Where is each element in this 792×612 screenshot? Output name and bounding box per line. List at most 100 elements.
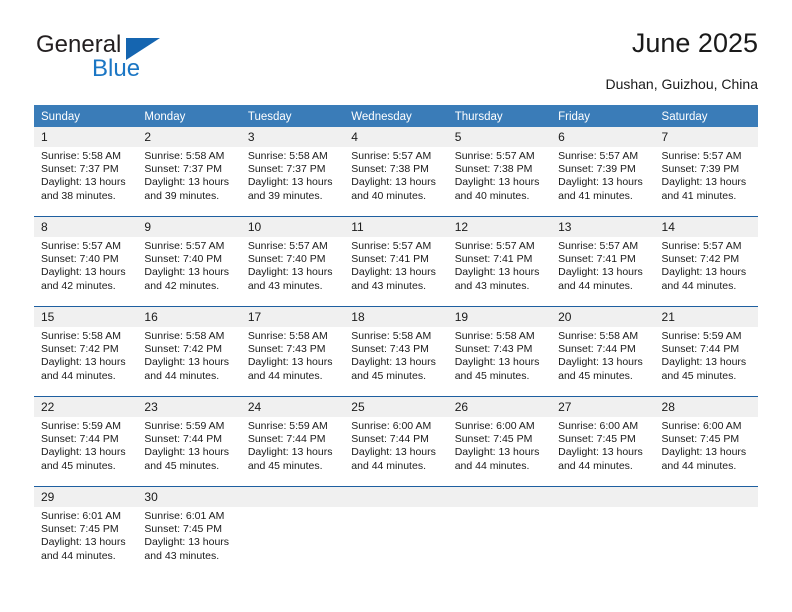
day-cell[interactable]: 4 Sunrise: 5:57 AM Sunset: 7:38 PM Dayli…: [344, 127, 448, 216]
sunset-text: Sunset: 7:38 PM: [351, 163, 429, 176]
day-number: 29: [34, 487, 138, 507]
day-cell[interactable]: 20 Sunrise: 5:58 AM Sunset: 7:44 PM Dayl…: [551, 307, 655, 396]
day-cell[interactable]: 24 Sunrise: 5:59 AM Sunset: 7:44 PM Dayl…: [240, 397, 345, 486]
day-details: Sunrise: 5:58 AM Sunset: 7:44 PM Dayligh…: [551, 327, 654, 383]
sunrise-text: Sunrise: 5:57 AM: [351, 150, 432, 162]
day-cell[interactable]: 3 Sunrise: 5:58 AM Sunset: 7:37 PM Dayli…: [240, 127, 345, 216]
day-cell[interactable]: 21 Sunrise: 5:59 AM Sunset: 7:44 PM Dayl…: [654, 307, 758, 396]
daylight-line2: and 41 minutes.: [661, 189, 737, 202]
daylight-line2: and 44 minutes.: [247, 369, 323, 382]
sunset-text: Sunset: 7:40 PM: [247, 253, 326, 266]
day-cell[interactable]: 2 Sunrise: 5:58 AM Sunset: 7:37 PM Dayli…: [137, 127, 241, 216]
day-cell[interactable]: 18 Sunrise: 5:58 AM Sunset: 7:43 PM Dayl…: [344, 307, 448, 396]
day-cell[interactable]: 7 Sunrise: 5:57 AM Sunset: 7:39 PM Dayli…: [654, 127, 758, 216]
weekday-header-wednesday: Wednesday: [351, 111, 412, 123]
day-details: Sunrise: 5:58 AM Sunset: 7:42 PM Dayligh…: [137, 327, 240, 383]
daylight-line1: Daylight: 13 hours: [454, 446, 540, 459]
day-number: 5: [447, 127, 552, 147]
logo-blue-text: Blue: [92, 55, 141, 82]
sunrise-text: Sunrise: 5:57 AM: [41, 240, 121, 252]
sunset-text: Sunset: 7:44 PM: [247, 433, 326, 446]
daylight-line2: and 44 minutes.: [661, 459, 737, 472]
sunrise-text: Sunrise: 6:00 AM: [558, 420, 639, 432]
sunrise-text: Sunrise: 5:57 AM: [454, 240, 535, 252]
daylight-line1: Daylight: 13 hours: [661, 266, 747, 279]
sunrise-text: Sunrise: 6:00 AM: [661, 420, 742, 432]
day-cell-empty: [447, 487, 552, 576]
daylight-line1: Daylight: 13 hours: [454, 356, 540, 369]
day-details: Sunrise: 5:58 AM Sunset: 7:37 PM Dayligh…: [34, 147, 137, 203]
daylight-line2: and 45 minutes.: [558, 369, 633, 382]
day-cell[interactable]: 26 Sunrise: 6:00 AM Sunset: 7:45 PM Dayl…: [447, 397, 552, 486]
daylight-line2: and 44 minutes.: [351, 459, 426, 472]
day-cell[interactable]: 25 Sunrise: 6:00 AM Sunset: 7:44 PM Dayl…: [344, 397, 448, 486]
day-details: Sunrise: 5:57 AM Sunset: 7:38 PM Dayligh…: [344, 147, 447, 203]
day-details: Sunrise: 6:00 AM Sunset: 7:45 PM Dayligh…: [551, 417, 654, 473]
daylight-line2: and 45 minutes.: [247, 459, 323, 472]
daylight-line2: and 45 minutes.: [144, 459, 220, 472]
day-number: 12: [447, 217, 552, 237]
day-cell[interactable]: 12 Sunrise: 5:57 AM Sunset: 7:41 PM Dayl…: [447, 217, 552, 306]
sunrise-text: Sunrise: 5:57 AM: [661, 150, 742, 162]
day-cell[interactable]: 28 Sunrise: 6:00 AM Sunset: 7:45 PM Dayl…: [654, 397, 758, 486]
day-cell[interactable]: 5 Sunrise: 5:57 AM Sunset: 7:38 PM Dayli…: [447, 127, 552, 216]
day-number: 1: [34, 127, 138, 147]
day-cell[interactable]: 6 Sunrise: 5:57 AM Sunset: 7:39 PM Dayli…: [551, 127, 655, 216]
day-cell[interactable]: 15 Sunrise: 5:58 AM Sunset: 7:42 PM Dayl…: [34, 307, 138, 396]
day-cell[interactable]: 8 Sunrise: 5:57 AM Sunset: 7:40 PM Dayli…: [34, 217, 138, 306]
day-cell[interactable]: 22 Sunrise: 5:59 AM Sunset: 7:44 PM Dayl…: [34, 397, 138, 486]
daylight-line1: Daylight: 13 hours: [247, 266, 333, 279]
daylight-line2: and 38 minutes.: [41, 189, 116, 202]
day-cell[interactable]: 30 Sunrise: 6:01 AM Sunset: 7:45 PM Dayl…: [137, 487, 241, 576]
sunset-text: Sunset: 7:40 PM: [41, 253, 119, 266]
daylight-line1: Daylight: 13 hours: [41, 266, 126, 279]
day-cell[interactable]: 11 Sunrise: 5:57 AM Sunset: 7:41 PM Dayl…: [344, 217, 448, 306]
day-number: 8: [34, 217, 138, 237]
sunrise-text: Sunrise: 5:57 AM: [558, 150, 639, 162]
day-cell[interactable]: 10 Sunrise: 5:57 AM Sunset: 7:40 PM Dayl…: [240, 217, 345, 306]
day-details: Sunrise: 5:58 AM Sunset: 7:43 PM Dayligh…: [344, 327, 447, 383]
day-details: Sunrise: 5:57 AM Sunset: 7:40 PM Dayligh…: [34, 237, 137, 293]
day-cell[interactable]: 29 Sunrise: 6:01 AM Sunset: 7:45 PM Dayl…: [34, 487, 138, 576]
weekday-header-row: Sunday Monday Tuesday Wednesday Thursday…: [34, 105, 758, 127]
day-number: 6: [551, 127, 655, 147]
day-cell[interactable]: 1 Sunrise: 5:58 AM Sunset: 7:37 PM Dayli…: [34, 127, 138, 216]
day-number: [551, 487, 655, 507]
sunrise-text: Sunrise: 5:58 AM: [558, 330, 639, 342]
week-row: 15 Sunrise: 5:58 AM Sunset: 7:42 PM Dayl…: [34, 306, 758, 396]
sunset-text: Sunset: 7:45 PM: [41, 523, 119, 536]
day-cell[interactable]: 16 Sunrise: 5:58 AM Sunset: 7:42 PM Dayl…: [137, 307, 241, 396]
daylight-line2: and 43 minutes.: [454, 279, 530, 292]
daylight-line2: and 44 minutes.: [41, 369, 116, 382]
day-details: Sunrise: 5:57 AM Sunset: 7:39 PM Dayligh…: [551, 147, 654, 203]
day-cell[interactable]: 19 Sunrise: 5:58 AM Sunset: 7:43 PM Dayl…: [447, 307, 552, 396]
day-details: Sunrise: 5:57 AM Sunset: 7:41 PM Dayligh…: [344, 237, 447, 293]
day-cell[interactable]: 14 Sunrise: 5:57 AM Sunset: 7:42 PM Dayl…: [654, 217, 758, 306]
general-blue-logo[interactable]: General Blue: [34, 32, 264, 90]
page-subtitle: Dushan, Guizhou, China: [605, 76, 758, 92]
sunrise-text: Sunrise: 6:00 AM: [351, 420, 432, 432]
daylight-line2: and 44 minutes.: [558, 279, 633, 292]
day-cell[interactable]: 27 Sunrise: 6:00 AM Sunset: 7:45 PM Dayl…: [551, 397, 655, 486]
daylight-line1: Daylight: 13 hours: [144, 536, 230, 549]
day-number: [447, 487, 552, 507]
daylight-line2: and 44 minutes.: [144, 369, 220, 382]
sunrise-text: Sunrise: 5:57 AM: [351, 240, 432, 252]
day-number: 30: [137, 487, 241, 507]
sunset-text: Sunset: 7:40 PM: [144, 253, 223, 266]
sunrise-text: Sunrise: 5:57 AM: [247, 240, 328, 252]
day-number: [344, 487, 448, 507]
sunset-text: Sunset: 7:38 PM: [454, 163, 533, 176]
day-cell-empty: [654, 487, 758, 576]
sunrise-text: Sunrise: 5:58 AM: [41, 330, 121, 342]
day-cell[interactable]: 13 Sunrise: 5:57 AM Sunset: 7:41 PM Dayl…: [551, 217, 655, 306]
sunrise-text: Sunrise: 5:58 AM: [454, 330, 535, 342]
sunrise-text: Sunrise: 6:01 AM: [41, 510, 121, 522]
day-details: Sunrise: 5:58 AM Sunset: 7:42 PM Dayligh…: [34, 327, 137, 383]
day-cell[interactable]: 17 Sunrise: 5:58 AM Sunset: 7:43 PM Dayl…: [240, 307, 345, 396]
day-cell[interactable]: 9 Sunrise: 5:57 AM Sunset: 7:40 PM Dayli…: [137, 217, 241, 306]
sunrise-text: Sunrise: 5:59 AM: [247, 420, 328, 432]
sunset-text: Sunset: 7:44 PM: [144, 433, 223, 446]
day-cell[interactable]: 23 Sunrise: 5:59 AM Sunset: 7:44 PM Dayl…: [137, 397, 241, 486]
day-details: Sunrise: 5:57 AM Sunset: 7:40 PM Dayligh…: [137, 237, 240, 293]
